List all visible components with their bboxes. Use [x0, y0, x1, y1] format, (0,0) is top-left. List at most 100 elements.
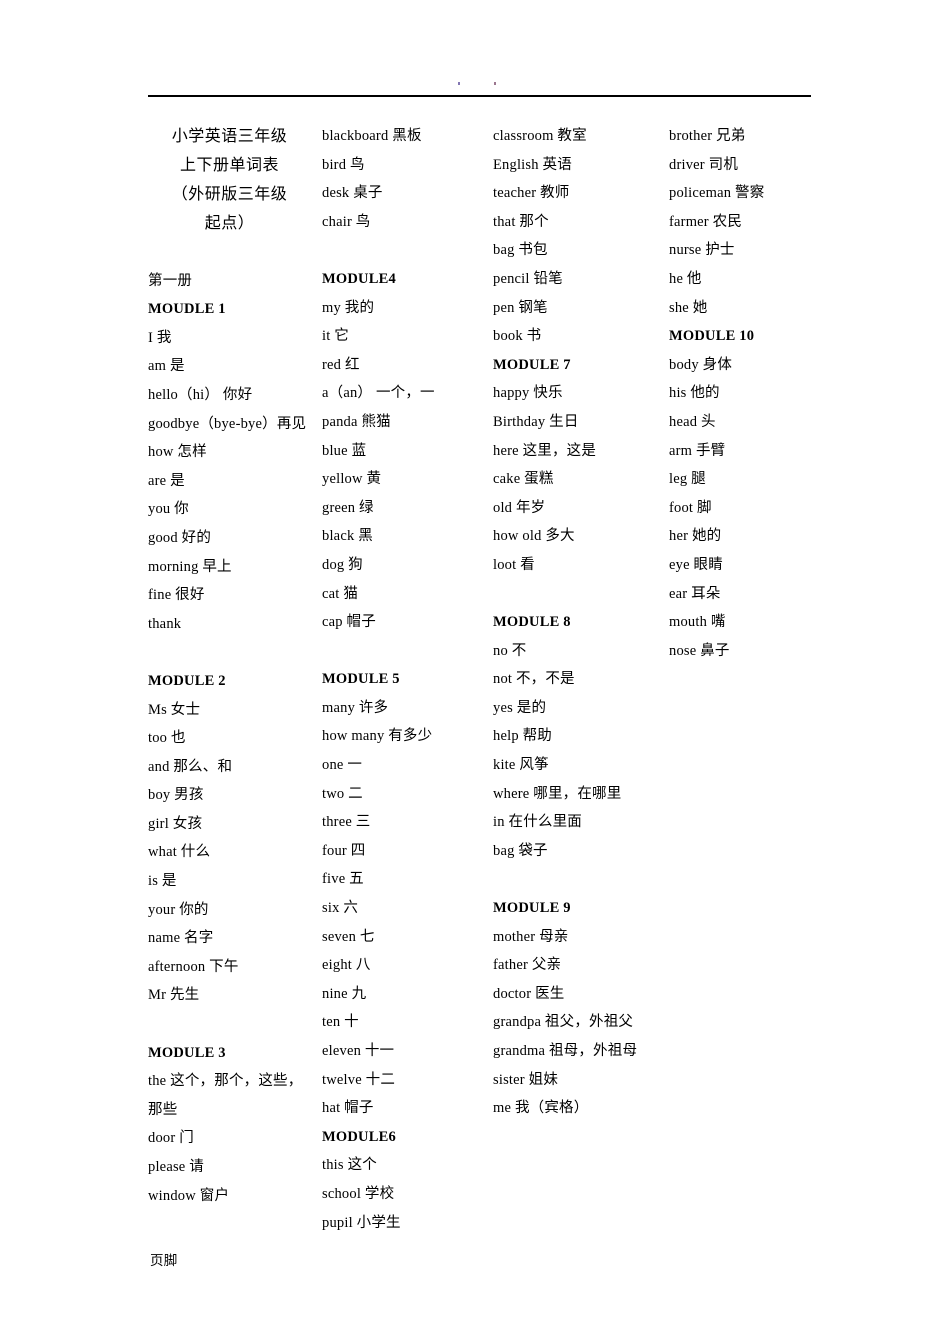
- vocabulary-entry: my 我的: [322, 299, 375, 316]
- vocabulary-entry: two 二: [322, 785, 363, 802]
- vocabulary-entry: grandma 祖母，外祖母: [493, 1043, 638, 1059]
- vocabulary-entry: school 学校: [322, 1185, 395, 1202]
- vocabulary-entry: grandpa 祖父，外祖父: [493, 1014, 634, 1031]
- column-4: brother 兄弟 driver 司机 policeman 警察 farmer 农民…: [669, 122, 829, 665]
- vocabulary-entry: farmer 农民: [669, 213, 743, 230]
- vocabulary-entry: boy 男孩: [148, 787, 204, 804]
- vocabulary-entry: ten 十: [322, 1014, 359, 1031]
- vocabulary-entry: desk 桌子: [322, 185, 383, 202]
- vocabulary-entry: cake 蛋糕: [493, 471, 554, 488]
- vocabulary-entry: how many 有多少: [322, 728, 433, 745]
- vocabulary-entry: that 那个: [493, 213, 549, 230]
- vocabulary-entry: seven 七: [322, 928, 375, 945]
- vocabulary-entry: am 是: [148, 358, 185, 375]
- vocabulary-entry: body 身体: [669, 356, 733, 373]
- page-footer: 页脚: [150, 1253, 178, 1268]
- module-heading: MODULE 5: [322, 671, 400, 688]
- vocabulary-entry: goodbye（bye-bye）再见: [148, 415, 307, 432]
- column-1: 小学英语三年级 上下册单词表 （外研版三年级 起点） 第一册 MOUDLE 1 I 我 am …: [148, 122, 311, 1210]
- vocabulary-entry: book 书: [493, 328, 542, 345]
- word-list-columns: 小学英语三年级 上下册单词表 （外研版三年级 起点） 第一册 MOUDLE 1 I 我 am …: [148, 122, 829, 1231]
- vocabulary-entry: chair 鸟: [322, 213, 371, 230]
- document-title-line: （外研版三年级: [171, 186, 288, 203]
- vocabulary-entry: door 门: [148, 1130, 194, 1147]
- vocabulary-entry: are 是: [148, 472, 185, 489]
- module-heading: MODULE6: [322, 1128, 396, 1145]
- vocabulary-entry: blackboard 黑板: [322, 128, 422, 144]
- vocabulary-entry: how 怎样: [148, 444, 207, 461]
- vocabulary-entry: driver 司机: [669, 156, 739, 173]
- header-divider-rule: [148, 95, 811, 97]
- vocabulary-entry: hello（hi） 你好: [148, 386, 253, 403]
- vocabulary-entry: thank: [148, 615, 182, 632]
- vocabulary-entry: cat 猫: [322, 585, 359, 602]
- vocabulary-entry: ear 耳朵: [669, 585, 721, 602]
- vocabulary-entry: policeman 警察: [669, 185, 765, 202]
- vocabulary-entry: not 不，不是: [493, 671, 575, 688]
- volume-label: 第一册: [148, 272, 193, 289]
- module-heading: MODULE4: [322, 270, 396, 287]
- vocabulary-entry: father 父亲: [493, 957, 562, 974]
- vocabulary-entry: old 年岁: [493, 499, 546, 516]
- vocabulary-entry: six 六: [322, 900, 359, 917]
- module-heading: MODULE 8: [493, 614, 571, 631]
- vocabulary-entry: Mr 先生: [148, 987, 200, 1004]
- vocabulary-entry: this 这个: [322, 1157, 377, 1174]
- vocabulary-entry: yes 是的: [493, 699, 547, 716]
- vocabulary-entry: leg 腿: [669, 471, 706, 488]
- vocabulary-entry: pencil 铅笔: [493, 270, 563, 287]
- vocabulary-entry: panda 熊猫: [322, 413, 391, 430]
- vocabulary-entry: brother 兄弟: [669, 128, 746, 144]
- vocabulary-entry: fine 很好: [148, 587, 205, 604]
- module-heading: MOUDLE 1: [148, 301, 226, 318]
- vocabulary-entry: good 好的: [148, 529, 212, 546]
- vocabulary-entry: many 许多: [322, 699, 389, 716]
- vocabulary-entry: afternoon 下午: [148, 958, 239, 975]
- vocabulary-entry: nine 九: [322, 985, 367, 1002]
- vocabulary-entry: black 黑: [322, 528, 373, 545]
- document-title-line: 小学英语三年级: [171, 128, 288, 145]
- vocabulary-entry: English 英语: [493, 156, 572, 173]
- vocabulary-entry: blue 蓝: [322, 442, 367, 459]
- vocabulary-entry: it 它: [322, 328, 349, 345]
- module-heading: MODULE 9: [493, 900, 571, 917]
- vocabulary-entry: dog 狗: [322, 556, 363, 573]
- vocabulary-entry: the 这个，那个，这些，那些: [148, 1073, 303, 1118]
- document-title-line: 起点）: [204, 215, 255, 232]
- vocabulary-entry: yellow 黄: [322, 471, 382, 488]
- vocabulary-entry: morning 早上: [148, 558, 232, 575]
- vocabulary-entry: teacher 教师: [493, 185, 570, 202]
- vocabulary-entry: kite 风筝: [493, 757, 549, 774]
- vocabulary-entry: help 帮助: [493, 728, 552, 745]
- vocabulary-entry: foot 脚: [669, 499, 712, 516]
- vocabulary-entry: twelve 十二: [322, 1071, 396, 1088]
- vocabulary-entry: where 哪里，在哪里: [493, 785, 622, 802]
- vocabulary-entry: name 名字: [148, 930, 214, 947]
- vocabulary-entry: his 他的: [669, 385, 720, 402]
- vocabulary-entry: here 这里，这是: [493, 442, 597, 459]
- vocabulary-entry: too 也: [148, 730, 186, 747]
- vocabulary-entry: classroom 教室: [493, 128, 587, 144]
- vocabulary-entry: your 你的: [148, 901, 209, 918]
- vocabulary-entry: mouth 嘴: [669, 614, 726, 631]
- vocabulary-entry: girl 女孩: [148, 815, 203, 832]
- vocabulary-entry: Ms 女士: [148, 701, 201, 718]
- vocabulary-entry: what 什么: [148, 844, 211, 861]
- vocabulary-entry: one 一: [322, 757, 363, 774]
- vocabulary-entry: Birthday 生日: [493, 413, 579, 430]
- vocabulary-entry: me 我（宾格）: [493, 1100, 589, 1117]
- vocabulary-entry: cap 帽子: [322, 614, 376, 631]
- vocabulary-entry: nose 鼻子: [669, 642, 730, 659]
- vocabulary-entry: loot 看: [493, 556, 535, 573]
- vocabulary-entry: no 不: [493, 642, 527, 659]
- vocabulary-entry: a（an） 一个，一: [322, 385, 435, 402]
- vocabulary-entry: eight 八: [322, 957, 371, 974]
- module-heading: MODULE 2: [148, 672, 226, 689]
